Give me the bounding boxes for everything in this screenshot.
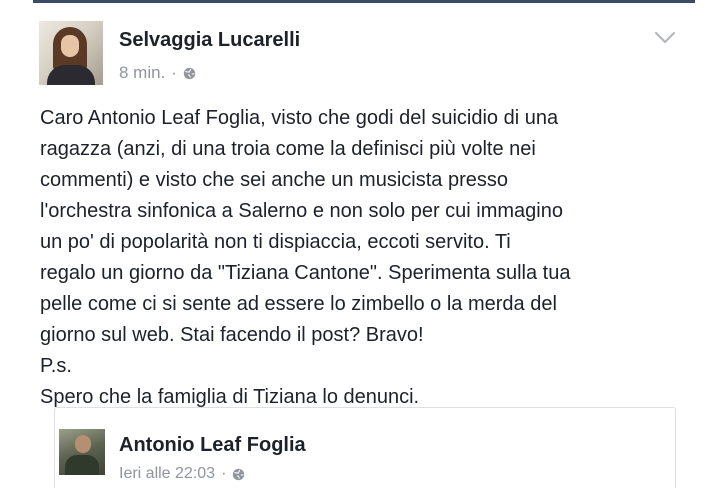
post-meta: 8 min. · [119,63,196,83]
shared-avatar-body [65,455,99,475]
shared-post-timestamp[interactable]: Ieri alle 22:03 [119,465,215,483]
avatar-face [61,35,79,57]
globe-icon[interactable] [232,468,245,481]
meta-separator: · [171,63,177,82]
author-name[interactable]: Selvaggia Lucarelli [119,29,300,52]
shared-meta-separator: · [221,465,227,482]
shared-avatar-head [75,435,91,453]
post-card: Selvaggia Lucarelli 8 min. · Caro Antoni… [18,3,710,488]
avatar-body [47,65,95,85]
shared-post-card[interactable]: Antonio Leaf Foglia Ieri alle 22:03 · [54,407,676,488]
globe-icon[interactable] [183,67,196,80]
shared-post-meta: Ieri alle 22:03 · [119,465,245,483]
shared-author-name[interactable]: Antonio Leaf Foglia [119,434,306,457]
author-avatar[interactable] [39,21,103,85]
chevron-down-icon[interactable] [654,31,676,45]
post-body-text: Caro Antonio Leaf Foglia, visto che godi… [40,107,571,408]
post-timestamp[interactable]: 8 min. [119,63,165,83]
shared-author-avatar[interactable] [59,429,105,475]
post-text: Caro Antonio Leaf Foglia, visto che godi… [40,103,680,413]
